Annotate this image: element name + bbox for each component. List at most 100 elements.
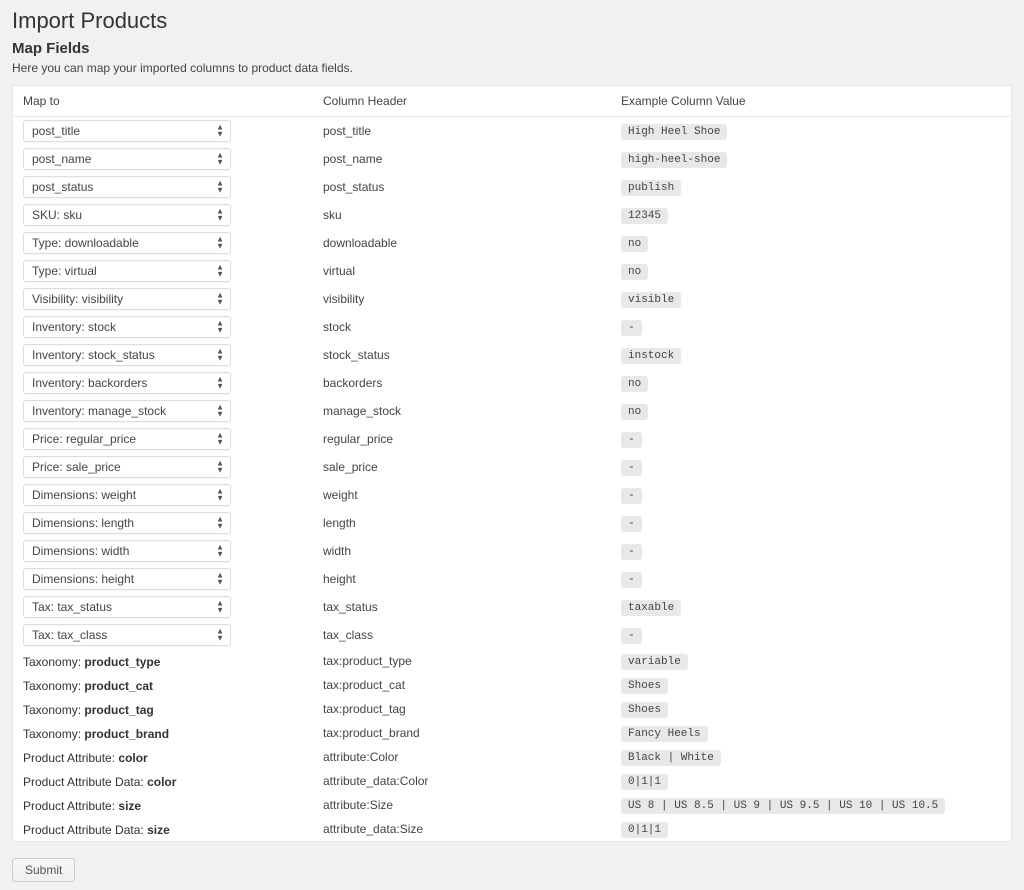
- map-to-select[interactable]: Dimensions: weight▲▼: [23, 484, 231, 506]
- example-value: 12345: [621, 208, 668, 224]
- chevron-updown-icon: ▲▼: [216, 125, 224, 138]
- table-row: SKU: sku▲▼ sku 12345: [13, 201, 1011, 229]
- chevron-updown-icon: ▲▼: [216, 321, 224, 334]
- chevron-updown-icon: ▲▼: [216, 573, 224, 586]
- column-header-cell: stock_status: [313, 347, 611, 363]
- map-to-select-label: Inventory: backorders: [32, 376, 147, 390]
- column-header-cell: sku: [313, 207, 611, 223]
- example-value: -: [621, 544, 642, 560]
- map-to-prefix: Product Attribute:: [23, 751, 118, 765]
- map-to-select-label: post_status: [32, 180, 93, 194]
- map-to-select-label: Dimensions: height: [32, 572, 134, 586]
- table-row: Product Attribute Data: colorattribute_d…: [13, 769, 1011, 793]
- th-column-header: Column Header: [313, 92, 611, 110]
- map-to-select[interactable]: Inventory: backorders▲▼: [23, 372, 231, 394]
- example-value: Shoes: [621, 678, 668, 694]
- map-to-fixed-label: Product Attribute: color: [23, 751, 148, 765]
- map-to-select[interactable]: Inventory: stock_status▲▼: [23, 344, 231, 366]
- map-to-select[interactable]: Type: virtual▲▼: [23, 260, 231, 282]
- example-value: no: [621, 264, 648, 280]
- section-description: Here you can map your imported columns t…: [12, 61, 1024, 75]
- example-value: Shoes: [621, 702, 668, 718]
- map-to-select[interactable]: Inventory: stock ▲▼: [23, 316, 231, 338]
- table-row: Dimensions: length▲▼length-: [13, 509, 1011, 537]
- table-row: post_name ▲▼ post_name high-heel-shoe: [13, 145, 1011, 173]
- map-to-select-label: post_title: [32, 124, 80, 138]
- map-to-fixed-label: Taxonomy: product_tag: [23, 703, 154, 717]
- map-to-select-label: Type: virtual: [32, 264, 97, 278]
- chevron-updown-icon: ▲▼: [216, 181, 224, 194]
- map-to-select-label: post_name: [32, 152, 91, 166]
- map-to-select[interactable]: SKU: sku▲▼: [23, 204, 231, 226]
- example-value: -: [621, 628, 642, 644]
- map-to-select[interactable]: Inventory: manage_stock▲▼: [23, 400, 231, 422]
- map-to-fixed-label: Taxonomy: product_brand: [23, 727, 169, 741]
- table-row: Inventory: stock_status▲▼ stock_status ins…: [13, 341, 1011, 369]
- column-header-cell: tax_class: [313, 627, 611, 643]
- chevron-updown-icon: ▲▼: [216, 629, 224, 642]
- map-to-select[interactable]: Dimensions: length▲▼: [23, 512, 231, 534]
- chevron-updown-icon: ▲▼: [216, 517, 224, 530]
- chevron-updown-icon: ▲▼: [216, 405, 224, 418]
- column-header-cell: attribute_data:Size: [313, 821, 611, 837]
- map-to-select[interactable]: post_status ▲▼: [23, 176, 231, 198]
- map-to-prefix: Product Attribute:: [23, 799, 118, 813]
- table-row: Inventory: manage_stock▲▼manage_stockno: [13, 397, 1011, 425]
- table-row: Visibility: visibility▲▼visibilityvisibl…: [13, 285, 1011, 313]
- table-row: post_status ▲▼post_status publish: [13, 173, 1011, 201]
- map-to-select[interactable]: Visibility: visibility ▲▼: [23, 288, 231, 310]
- example-value: no: [621, 404, 648, 420]
- map-to-select[interactable]: Price: sale_price ▲▼: [23, 456, 231, 478]
- map-to-select-label: Price: sale_price: [32, 460, 121, 474]
- map-to-select[interactable]: Type: downloadable▲▼: [23, 232, 231, 254]
- example-value: 0|1|1: [621, 822, 668, 838]
- example-value: taxable: [621, 600, 681, 616]
- map-to-select-label: Price: regular_price: [32, 432, 136, 446]
- map-to-fixed-label: Product Attribute: size: [23, 799, 141, 813]
- example-value: instock: [621, 348, 681, 364]
- column-header-cell: visibility: [313, 291, 611, 307]
- map-to-select[interactable]: Tax: tax_class▲▼: [23, 624, 231, 646]
- example-value: high-heel-shoe: [621, 152, 727, 168]
- map-to-select[interactable]: post_name ▲▼: [23, 148, 231, 170]
- table-row: Dimensions: width▲▼width-: [13, 537, 1011, 565]
- example-value: 0|1|1: [621, 774, 668, 790]
- column-header-cell: backorders: [313, 375, 611, 391]
- table-row: Tax: tax_status▲▼tax_statustaxable: [13, 593, 1011, 621]
- table-row: post_title▲▼post_titleHigh Heel Shoe: [13, 117, 1011, 145]
- table-row: Product Attribute Data: sizeattribute_da…: [13, 817, 1011, 841]
- chevron-updown-icon: ▲▼: [216, 153, 224, 166]
- map-to-select[interactable]: Dimensions: width▲▼: [23, 540, 231, 562]
- table-row: Taxonomy: product_typetax:product_typeva…: [13, 649, 1011, 673]
- map-to-select[interactable]: Price: regular_price▲▼: [23, 428, 231, 450]
- map-to-bold: product_type: [84, 655, 160, 669]
- map-to-prefix: Product Attribute Data:: [23, 775, 147, 789]
- column-header-cell: length: [313, 515, 611, 531]
- map-to-select[interactable]: post_title ▲▼: [23, 120, 231, 142]
- chevron-updown-icon: ▲▼: [216, 461, 224, 474]
- table-row: Taxonomy: product_brandtax:product_brand…: [13, 721, 1011, 745]
- table-row: Taxonomy: product_cattax:product_catShoe…: [13, 673, 1011, 697]
- example-value: publish: [621, 180, 681, 196]
- column-header-cell: sale_price: [313, 459, 611, 475]
- column-header-cell: downloadable: [313, 235, 611, 251]
- column-header-cell: post_name: [313, 151, 611, 167]
- map-to-select[interactable]: Dimensions: height ▲▼: [23, 568, 231, 590]
- chevron-updown-icon: ▲▼: [216, 209, 224, 222]
- map-to-bold: size: [118, 799, 141, 813]
- map-to-select-label: Inventory: stock: [32, 320, 116, 334]
- chevron-updown-icon: ▲▼: [216, 293, 224, 306]
- map-to-prefix: Taxonomy:: [23, 727, 84, 741]
- table-row: Taxonomy: product_tagtax:product_tagShoe…: [13, 697, 1011, 721]
- map-to-fixed-label: Product Attribute Data: color: [23, 775, 176, 789]
- table-row: Price: sale_price▲▼sale_price-: [13, 453, 1011, 481]
- column-header-cell: post_title: [313, 123, 611, 139]
- table-row: Dimensions: height▲▼height-: [13, 565, 1011, 593]
- map-to-bold: product_brand: [84, 727, 169, 741]
- map-to-select-label: Visibility: visibility: [32, 292, 123, 306]
- example-value: Black | White: [621, 750, 721, 766]
- example-value: no: [621, 236, 648, 252]
- submit-button[interactable]: Submit: [12, 858, 75, 882]
- map-to-select[interactable]: Tax: tax_status▲▼: [23, 596, 231, 618]
- column-header-cell: virtual: [313, 263, 611, 279]
